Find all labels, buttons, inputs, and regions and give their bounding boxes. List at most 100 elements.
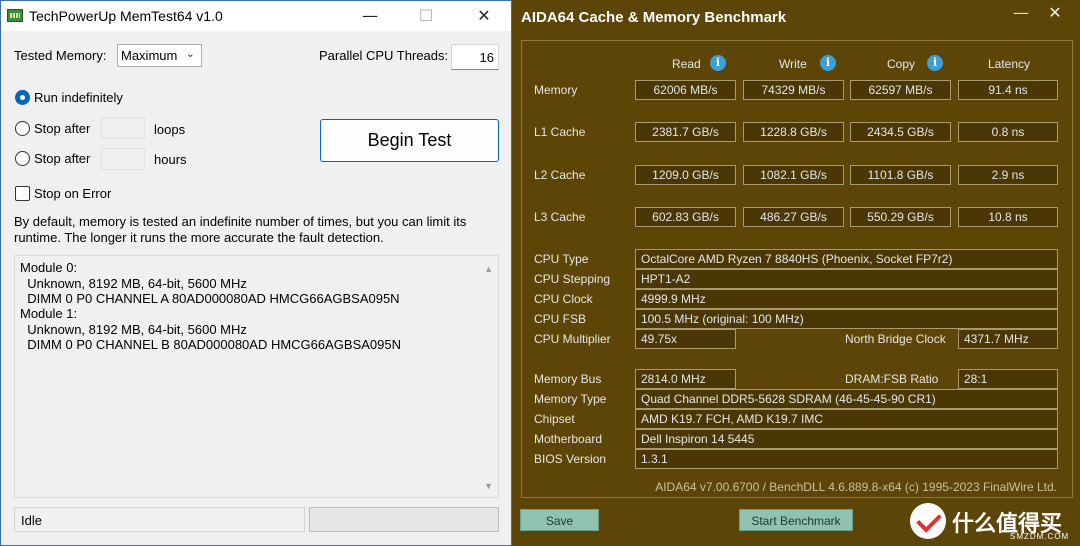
run-indefinitely-radio[interactable] bbox=[15, 90, 30, 105]
l3-read: 602.83 GB/s bbox=[635, 207, 736, 227]
output-line: DIMM 0 P0 CHANNEL A 80AD000080AD HMCG66A… bbox=[20, 291, 400, 306]
l3-write: 486.27 GB/s bbox=[743, 207, 844, 227]
l3-latency: 10.8 ns bbox=[958, 207, 1058, 227]
start-benchmark-button[interactable]: Start Benchmark bbox=[739, 509, 853, 531]
hours-label: hours bbox=[154, 152, 187, 167]
row-label-l3: L3 Cache bbox=[534, 210, 586, 224]
status-field: Idle bbox=[14, 507, 305, 532]
chipset-label: Chipset bbox=[534, 412, 575, 426]
memory-write: 74329 MB/s bbox=[743, 80, 844, 100]
save-button[interactable]: Save bbox=[520, 509, 599, 531]
nb-clock-value: 4371.7 MHz bbox=[958, 329, 1058, 349]
dram-ratio-value: 28:1 bbox=[958, 369, 1058, 389]
cpu-stepping-label: CPU Stepping bbox=[534, 272, 611, 286]
l1-latency: 0.8 ns bbox=[958, 122, 1058, 142]
cpu-type-label: CPU Type bbox=[534, 252, 589, 266]
stop-after-hours-radio[interactable] bbox=[15, 151, 30, 166]
l3-copy: 550.29 GB/s bbox=[850, 207, 951, 227]
stop-after-loops-radio[interactable] bbox=[15, 121, 30, 136]
aida-footer: AIDA64 v7.00.6700 / BenchDLL 4.6.889.8-x… bbox=[655, 480, 1057, 494]
row-label-memory: Memory bbox=[534, 83, 578, 97]
col-latency: Latency bbox=[988, 57, 1031, 71]
memtest-titlebar: TechPowerUp MemTest64 v1.0 — ☐ ✕ bbox=[1, 1, 511, 31]
memory-bus-label: Memory Bus bbox=[534, 372, 602, 386]
output-line: Module 0: bbox=[20, 260, 78, 275]
ram-icon bbox=[7, 9, 23, 22]
tested-memory-value: Maximum bbox=[121, 48, 178, 63]
memory-type-value: Quad Channel DDR5-5628 SDRAM (46-45-45-9… bbox=[635, 389, 1058, 409]
benchmark-panel: Read i Write i Copy i Latency Memory 620… bbox=[521, 40, 1073, 498]
l1-read: 2381.7 GB/s bbox=[635, 122, 736, 142]
loops-label: loops bbox=[154, 122, 186, 137]
maximize-button[interactable]: ☐ bbox=[403, 1, 449, 31]
chevron-down-icon: ⌄ bbox=[185, 48, 195, 60]
loops-input[interactable] bbox=[101, 117, 145, 139]
minimize-button[interactable]: — bbox=[347, 1, 393, 31]
tested-memory-label: Tested Memory: bbox=[14, 48, 107, 63]
col-read: Read bbox=[672, 57, 701, 71]
output-line: Unknown, 8192 MB, 64-bit, 5600 MHz bbox=[20, 276, 247, 291]
aida-title: AIDA64 Cache & Memory Benchmark bbox=[521, 9, 787, 26]
module-output[interactable]: Module 0: Unknown, 8192 MB, 64-bit, 5600… bbox=[14, 255, 499, 498]
tested-memory-select[interactable]: Maximum ⌄ bbox=[117, 44, 202, 67]
cpu-type-value: OctalCore AMD Ryzen 7 8840HS (Phoenix, S… bbox=[635, 249, 1058, 269]
stop-on-error-label: Stop on Error bbox=[34, 186, 112, 201]
scroll-down-icon[interactable]: ▼ bbox=[484, 481, 493, 491]
threads-input[interactable]: 16 bbox=[451, 44, 499, 70]
stop-on-error-checkbox[interactable] bbox=[15, 186, 30, 201]
output-line: Unknown, 8192 MB, 64-bit, 5600 MHz bbox=[20, 322, 247, 337]
watermark-sub: SMZDM.COM bbox=[1010, 532, 1070, 541]
cpu-clock-value: 4999.9 MHz bbox=[635, 289, 1058, 309]
aida-window: AIDA64 Cache & Memory Benchmark — ✕ Read… bbox=[512, 0, 1080, 546]
output-line: DIMM 0 P0 CHANNEL B 80AD000080AD HMCG66A… bbox=[20, 337, 402, 352]
bios-value: 1.3.1 bbox=[635, 449, 1058, 469]
stop-after-loops-label: Stop after bbox=[34, 121, 91, 136]
begin-test-button[interactable]: Begin Test bbox=[320, 119, 499, 162]
smzdm-logo-icon bbox=[910, 503, 946, 539]
stop-after-hours-label: Stop after bbox=[34, 151, 91, 166]
memtest-title: TechPowerUp MemTest64 v1.0 bbox=[29, 8, 223, 24]
progress-bar bbox=[309, 507, 499, 532]
nb-clock-label: North Bridge Clock bbox=[845, 332, 946, 346]
info-icon[interactable]: i bbox=[820, 55, 836, 71]
memory-bus-value: 2814.0 MHz bbox=[635, 369, 736, 389]
row-label-l2: L2 Cache bbox=[534, 168, 586, 182]
cpu-stepping-value: HPT1-A2 bbox=[635, 269, 1058, 289]
memory-type-label: Memory Type bbox=[534, 392, 607, 406]
col-write: Write bbox=[779, 57, 807, 71]
bios-label: BIOS Version bbox=[534, 452, 607, 466]
info-icon[interactable]: i bbox=[710, 55, 726, 71]
dram-ratio-label: DRAM:FSB Ratio bbox=[845, 372, 939, 386]
memory-read: 62006 MB/s bbox=[635, 80, 736, 100]
l1-copy: 2434.5 GB/s bbox=[850, 122, 951, 142]
col-copy: Copy bbox=[887, 57, 916, 71]
scroll-up-icon[interactable]: ▲ bbox=[484, 264, 493, 274]
l2-read: 1209.0 GB/s bbox=[635, 165, 736, 185]
motherboard-label: Motherboard bbox=[534, 432, 603, 446]
memtest-window: TechPowerUp MemTest64 v1.0 — ☐ ✕ Tested … bbox=[0, 0, 512, 546]
threads-label: Parallel CPU Threads: bbox=[319, 48, 449, 63]
close-button[interactable]: ✕ bbox=[461, 1, 507, 31]
l1-write: 1228.8 GB/s bbox=[743, 122, 844, 142]
description-line-2: runtime. The longer it runs the more acc… bbox=[14, 230, 384, 245]
close-button[interactable]: ✕ bbox=[1032, 0, 1078, 28]
run-indefinitely-label: Run indefinitely bbox=[34, 90, 123, 105]
row-label-l1: L1 Cache bbox=[534, 125, 586, 139]
memory-latency: 91.4 ns bbox=[958, 80, 1058, 100]
output-line: Module 1: bbox=[20, 306, 78, 321]
cpu-fsb-label: CPU FSB bbox=[534, 312, 587, 326]
info-icon[interactable]: i bbox=[927, 55, 943, 71]
chipset-value: AMD K19.7 FCH, AMD K19.7 IMC bbox=[635, 409, 1058, 429]
l2-latency: 2.9 ns bbox=[958, 165, 1058, 185]
description-line-1: By default, memory is tested an indefini… bbox=[14, 214, 467, 229]
l2-copy: 1101.8 GB/s bbox=[850, 165, 951, 185]
l2-write: 1082.1 GB/s bbox=[743, 165, 844, 185]
cpu-clock-label: CPU Clock bbox=[534, 292, 593, 306]
memory-copy: 62597 MB/s bbox=[850, 80, 951, 100]
motherboard-value: Dell Inspiron 14 5445 bbox=[635, 429, 1058, 449]
hours-input[interactable] bbox=[101, 148, 145, 170]
cpu-multiplier-value: 49.75x bbox=[635, 329, 736, 349]
cpu-multiplier-label: CPU Multiplier bbox=[534, 332, 611, 346]
description: By default, memory is tested an indefini… bbox=[14, 214, 499, 246]
cpu-fsb-value: 100.5 MHz (original: 100 MHz) bbox=[635, 309, 1058, 329]
